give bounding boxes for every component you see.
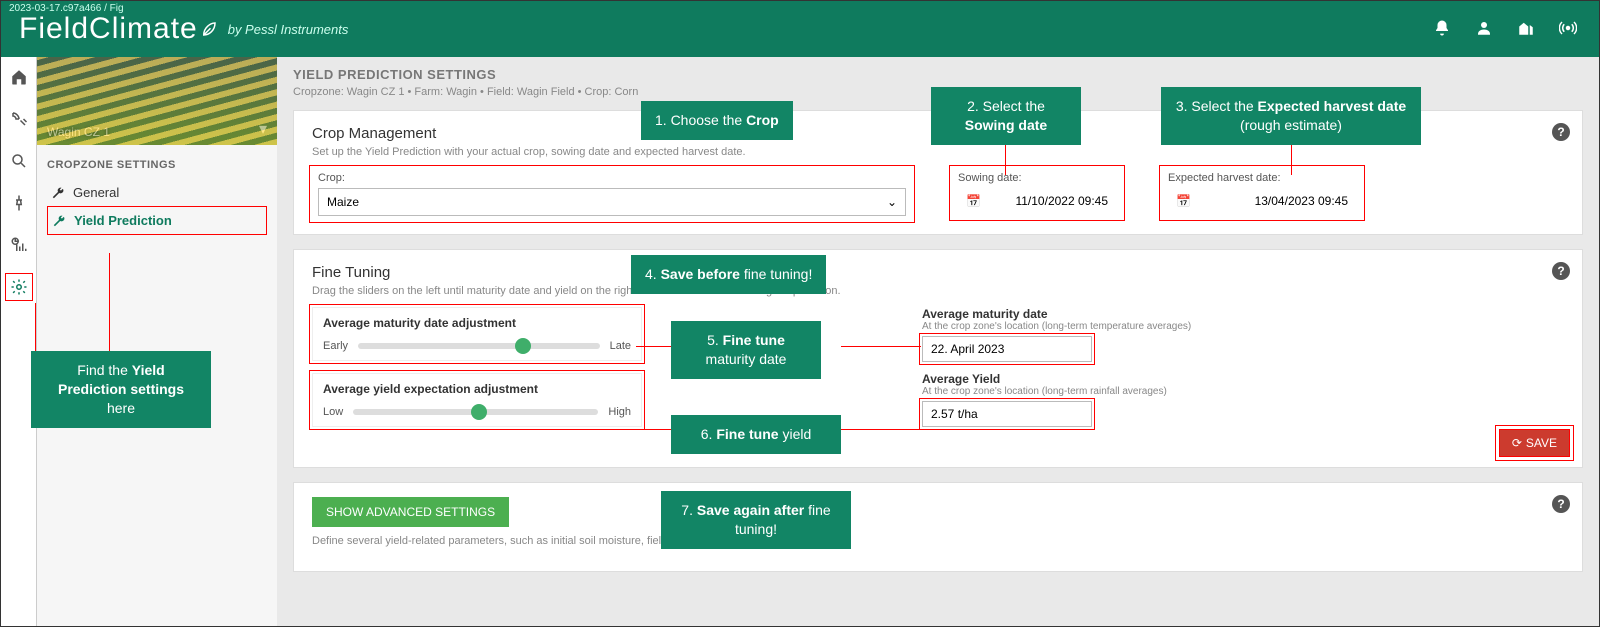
advanced-sub: Define several yield-related parameters,…	[312, 535, 1564, 547]
rail-pin-icon[interactable]	[5, 189, 33, 217]
rail-search-icon[interactable]	[5, 147, 33, 175]
yield-output: 2.57 t/ha	[922, 401, 1092, 427]
brand-subtitle: by Pessl Instruments	[228, 22, 349, 37]
crop-mgmt-sub: Set up the Yield Prediction with your ac…	[312, 146, 1564, 158]
yield-slider-box: Average yield expectation adjustment Low…	[312, 373, 642, 427]
help-icon[interactable]: ?	[1552, 495, 1570, 513]
page-title: YIELD PREDICTION SETTINGS	[293, 67, 1583, 82]
callout-2: 2. Select the Sowing date	[931, 87, 1081, 145]
rail-satellite-icon[interactable]	[5, 105, 33, 133]
chevron-down-icon: ▾	[259, 119, 267, 139]
brand-logo: FieldClimate	[19, 12, 218, 46]
fine-sub: Drag the sliders on the left until matur…	[312, 285, 1564, 297]
left-rail	[1, 57, 37, 626]
callout-4: 4. Save before fine tuning!	[631, 255, 826, 294]
crop-select[interactable]: Maize ⌄	[318, 188, 906, 216]
maturity-slider-box: Average maturity date adjustment Early L…	[312, 307, 642, 361]
cropzone-name: Wagin CZ 1	[47, 125, 110, 139]
fine-tuning-card: ? Fine Tuning Drag the sliders on the le…	[293, 249, 1583, 468]
rail-home-icon[interactable]	[5, 63, 33, 91]
harvest-date-input[interactable]: 📅 13/04/2023 09:45	[1168, 188, 1356, 214]
cropzone-hero[interactable]: Wagin CZ 1 ▾	[37, 57, 277, 145]
version-tag: 2023-03-17.c97a466 / Fig	[9, 3, 124, 14]
leaf-icon	[200, 20, 218, 38]
sowing-date-input[interactable]: 📅 11/10/2022 09:45	[958, 188, 1116, 214]
maturity-slider[interactable]	[358, 343, 600, 349]
yield-slider[interactable]	[353, 409, 598, 415]
sidebar-item-yield-prediction[interactable]: Yield Prediction	[47, 206, 267, 235]
advanced-card: ? SHOW ADVANCED SETTINGS Define several …	[293, 482, 1583, 572]
calendar-icon: 📅	[966, 194, 981, 208]
callout-1: 1. Choose the Crop	[641, 101, 793, 140]
broadcast-icon[interactable]	[1559, 19, 1579, 39]
refresh-icon: ⟳	[1512, 436, 1522, 450]
help-icon[interactable]: ?	[1552, 123, 1570, 141]
harvest-label: Expected harvest date:	[1168, 172, 1356, 184]
callout-5: 5. Fine tune maturity date	[671, 321, 821, 379]
callout-find: Find the Yield Prediction settings here	[31, 351, 211, 428]
fine-heading: Fine Tuning	[312, 264, 1564, 281]
sidebar-section-title: CROPZONE SETTINGS	[47, 159, 267, 171]
help-icon[interactable]: ?	[1552, 262, 1570, 280]
crop-label: Crop:	[318, 172, 906, 184]
top-bar: 2023-03-17.c97a466 / Fig FieldClimate by…	[1, 1, 1599, 57]
show-advanced-button[interactable]: SHOW ADVANCED SETTINGS	[312, 497, 509, 527]
rail-chart-icon[interactable]	[5, 231, 33, 259]
sowing-label: Sowing date:	[958, 172, 1116, 184]
rail-gear-icon[interactable]	[5, 273, 33, 301]
calendar-icon: 📅	[1176, 194, 1191, 208]
callout-3: 3. Select the Expected harvest date (rou…	[1161, 87, 1421, 145]
sidebar-item-general[interactable]: General	[47, 179, 267, 206]
chevron-down-icon: ⌄	[887, 195, 897, 209]
save-button[interactable]: ⟳ SAVE	[1499, 429, 1570, 457]
callout-7: 7. Save again after fine tuning!	[661, 491, 851, 549]
user-icon[interactable]	[1475, 19, 1495, 39]
bell-icon[interactable]	[1433, 19, 1453, 39]
farm-icon[interactable]	[1517, 19, 1537, 39]
maturity-output: 22. April 2023	[922, 336, 1092, 362]
sidebar: Wagin CZ 1 ▾ CROPZONE SETTINGS General Y…	[37, 57, 277, 626]
callout-6: 6. Fine tune yield	[671, 415, 841, 454]
